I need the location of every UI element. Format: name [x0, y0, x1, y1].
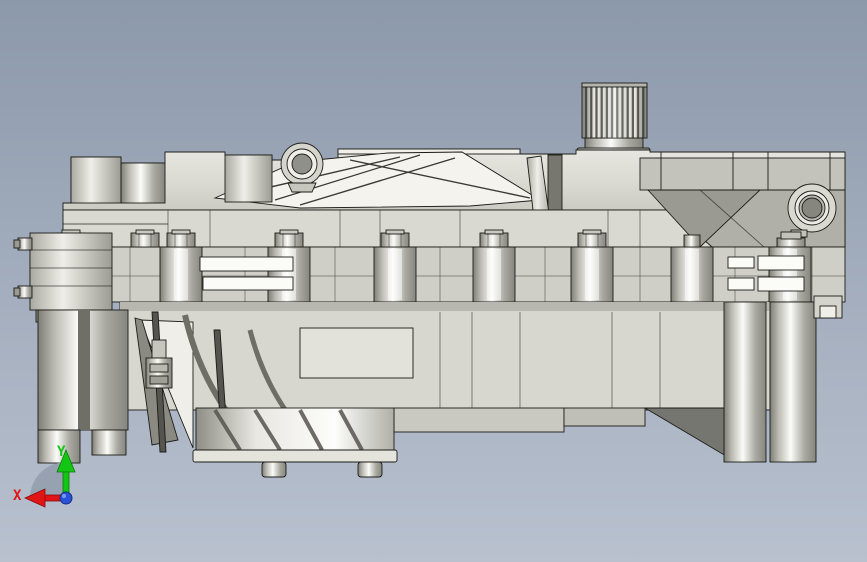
flange-band[interactable] [29, 246, 846, 303]
x-axis-label: X [13, 488, 22, 504]
z-axis-dot [59, 491, 73, 505]
bolt-top-right [776, 231, 806, 249]
cad-viewport[interactable]: Y X [0, 0, 867, 562]
spline-shaft[interactable] [576, 82, 651, 155]
y-axis-label: Y [57, 444, 66, 460]
z-axis-highlight [62, 494, 66, 498]
